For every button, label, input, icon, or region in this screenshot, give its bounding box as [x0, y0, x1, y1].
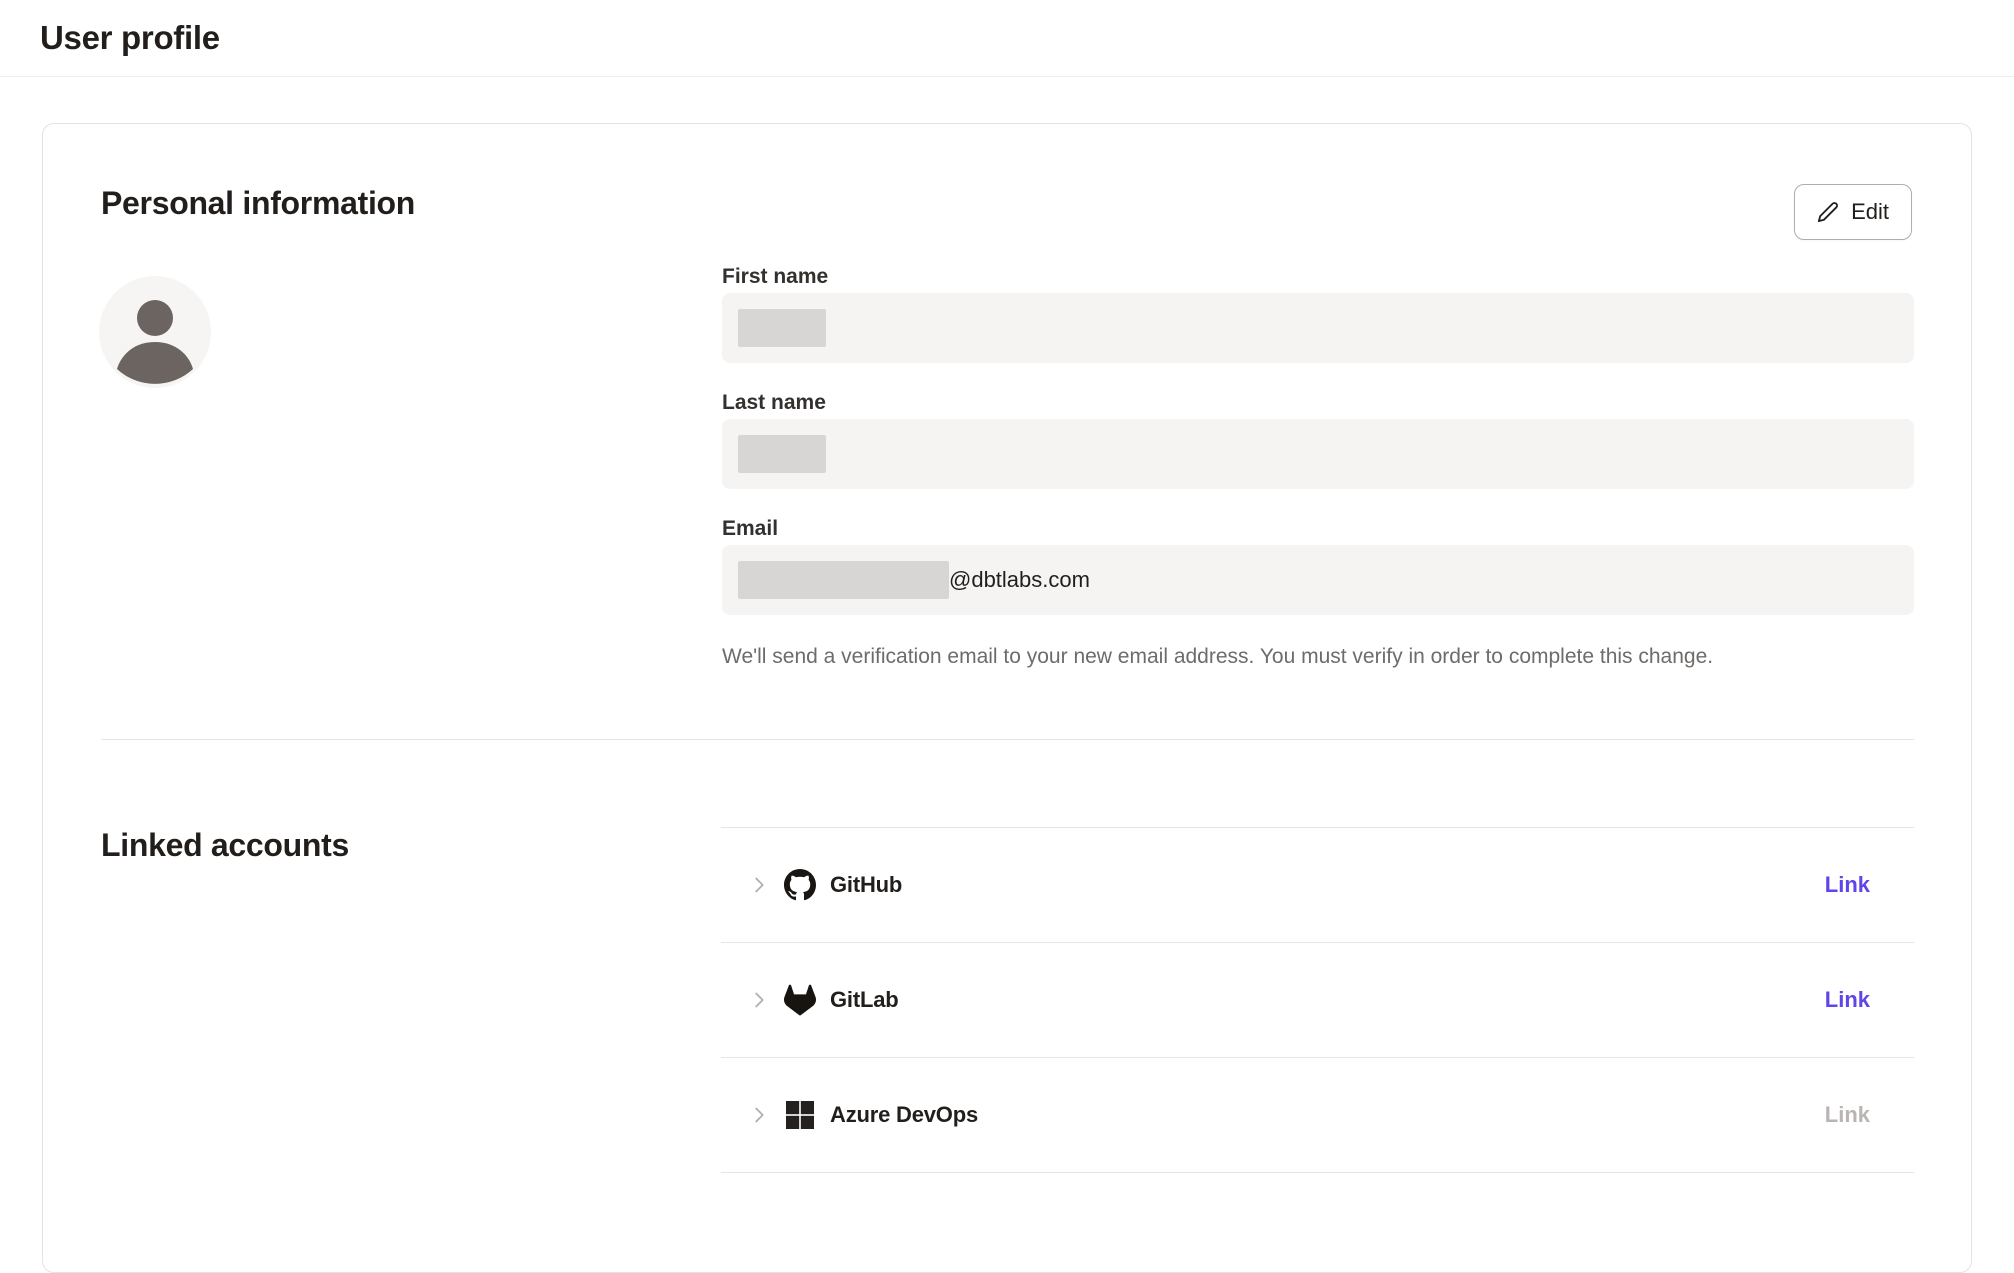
- last-name-label: Last name: [722, 391, 1914, 415]
- personal-information-heading: Personal information: [101, 186, 415, 221]
- page-header: User profile: [0, 0, 2014, 77]
- linked-accounts-heading: Linked accounts: [101, 828, 349, 863]
- chevron-right-icon[interactable]: [748, 874, 770, 896]
- section-divider: [101, 739, 1914, 740]
- first-name-redacted-value: [738, 309, 826, 347]
- gitlab-icon: [784, 984, 816, 1016]
- linked-accounts-list: GitHub Link GitLab Link: [721, 827, 1914, 1173]
- gitlab-link-action[interactable]: Link: [1825, 987, 1870, 1013]
- edit-button-label: Edit: [1851, 199, 1889, 225]
- linked-account-row-azure-devops[interactable]: Azure DevOps Link: [721, 1058, 1914, 1173]
- profile-card: Personal information Edit First name Las…: [42, 123, 1972, 1273]
- azure-devops-link-action: Link: [1825, 1102, 1870, 1128]
- github-link-action[interactable]: Link: [1825, 872, 1870, 898]
- email-verification-note: We'll send a verification email to your …: [722, 643, 1914, 671]
- last-name-field: [722, 419, 1914, 489]
- azure-devops-icon: [784, 1099, 816, 1131]
- email-redacted-value: [738, 561, 949, 599]
- account-name: Azure DevOps: [830, 1102, 978, 1128]
- github-icon: [784, 869, 816, 901]
- personal-info-form: First name Last name Email @dbtlabs.com …: [722, 265, 1914, 671]
- email-domain-suffix: @dbtlabs.com: [949, 567, 1090, 593]
- avatar: [99, 276, 211, 388]
- account-name: GitHub: [830, 872, 902, 898]
- email-field: @dbtlabs.com: [722, 545, 1914, 615]
- page-title: User profile: [40, 19, 220, 57]
- linked-account-row-gitlab[interactable]: GitLab Link: [721, 943, 1914, 1058]
- chevron-right-icon[interactable]: [748, 1104, 770, 1126]
- linked-account-row-github[interactable]: GitHub Link: [721, 828, 1914, 943]
- edit-button[interactable]: Edit: [1794, 184, 1912, 240]
- pencil-icon: [1817, 201, 1839, 223]
- first-name-field: [722, 293, 1914, 363]
- email-label: Email: [722, 517, 1914, 541]
- last-name-redacted-value: [738, 435, 826, 473]
- account-name: GitLab: [830, 987, 898, 1013]
- chevron-right-icon[interactable]: [748, 989, 770, 1011]
- person-head-icon: [137, 300, 173, 336]
- first-name-label: First name: [722, 265, 1914, 289]
